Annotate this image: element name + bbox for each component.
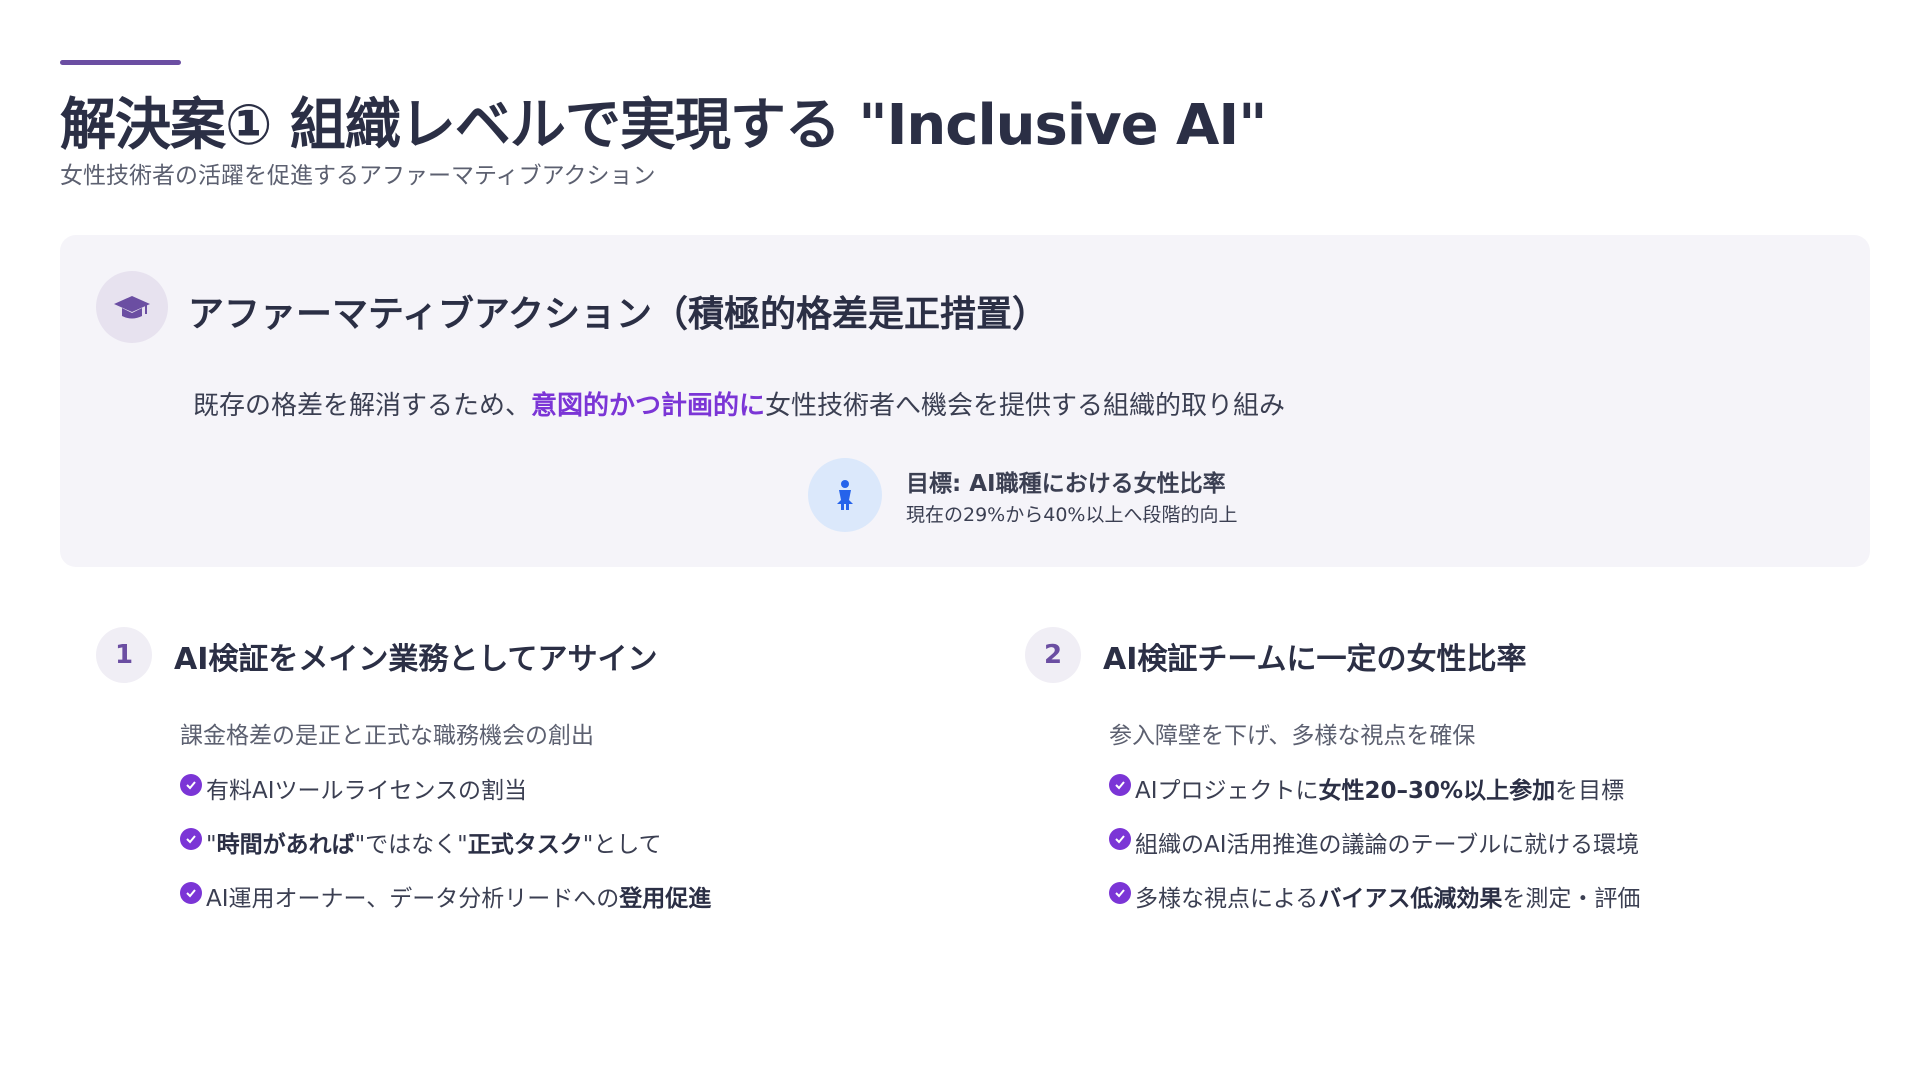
- goal-subtitle: 現在の29%から40%以上へ段階的向上: [906, 504, 1238, 526]
- bullet-text-pre: 多様な視点による: [1135, 886, 1319, 912]
- bullet-text-pre: AIプロジェクトに: [1135, 778, 1319, 804]
- bullet-text-post: "として: [582, 832, 662, 858]
- bullet-text: "時間があれば"ではなく"正式タスク"として: [206, 825, 662, 859]
- bullet-text-bold: バイアス低減効果: [1318, 886, 1503, 912]
- number-badge: 2: [1025, 627, 1081, 683]
- check-circle-icon: [180, 828, 202, 850]
- slide: 解決案① 組織レベルで実現する "Inclusive AI" 女性技術者の活躍を…: [0, 0, 1920, 1080]
- affirmative-action-card: アファーマティブアクション（積極的格差是正措置） 既存の格差を解消するため、意図…: [60, 235, 1870, 567]
- desc-highlight: 意図的かつ計画的に: [531, 391, 766, 421]
- bullet-text-bold: 正式タスク: [467, 832, 583, 858]
- bullet-text: AIプロジェクトに女性20–30%以上参加を目標: [1135, 771, 1624, 805]
- check-circle-icon: [1109, 882, 1131, 904]
- bullet-text: 組織のAI活用推進の議論のテーブルに就ける環境: [1135, 832, 1640, 858]
- bullet-text-post: を測定・評価: [1502, 886, 1641, 912]
- accent-bar: [60, 60, 181, 65]
- bullet-text-pre: ": [206, 832, 217, 858]
- bullet-list: AIプロジェクトに女性20–30%以上参加を目標 組織のAI活用推進の議論のテー…: [1109, 771, 1640, 933]
- list-item: 組織のAI活用推進の議論のテーブルに就ける環境: [1109, 825, 1640, 879]
- list-item: 多様な視点によるバイアス低減効果を測定・評価: [1109, 879, 1640, 933]
- desc-text-after: 女性技術者へ機会を提供する組織的取り組み: [765, 391, 1286, 421]
- column-description: 参入障壁を下げ、多様な視点を確保: [1109, 723, 1476, 749]
- bullet-text: 多様な視点によるバイアス低減効果を測定・評価: [1135, 879, 1640, 913]
- bullet-text: AI運用オーナー、データ分析リードへの登用促進: [206, 879, 711, 913]
- page-subtitle: 女性技術者の活躍を促進するアファーマティブアクション: [60, 163, 656, 189]
- card-title: アファーマティブアクション（積極的格差是正措置）: [188, 294, 1049, 335]
- person-icon: [808, 458, 882, 532]
- graduation-cap-icon: [96, 271, 168, 343]
- bullet-text-bold: 登用促進: [619, 886, 712, 912]
- check-circle-icon: [180, 774, 202, 796]
- list-item: 有料AIツールライセンスの割当: [180, 771, 711, 825]
- column-title: AI検証チームに一定の女性比率: [1103, 642, 1527, 677]
- check-circle-icon: [180, 882, 202, 904]
- check-circle-icon: [1109, 774, 1131, 796]
- bullet-text-mid: "ではなく": [354, 832, 468, 858]
- column-description: 課金格差の是正と正式な職務機会の創出: [180, 723, 594, 749]
- bullet-text-post: を目標: [1555, 778, 1625, 804]
- check-circle-icon: [1109, 828, 1131, 850]
- list-item: AIプロジェクトに女性20–30%以上参加を目標: [1109, 771, 1640, 825]
- page-title: 解決案① 組織レベルで実現する "Inclusive AI": [60, 93, 1267, 158]
- column-title: AI検証をメイン業務としてアサイン: [174, 642, 658, 677]
- bullet-list: 有料AIツールライセンスの割当 "時間があれば"ではなく"正式タスク"として A…: [180, 771, 711, 933]
- list-item: "時間があれば"ではなく"正式タスク"として: [180, 825, 711, 879]
- card-description: 既存の格差を解消するため、意図的かつ計画的に女性技術者へ機会を提供する組織的取り…: [193, 385, 1285, 422]
- bullet-text-bold: 時間があれば: [216, 832, 355, 858]
- goal-title: 目標: AI職種における女性比率: [906, 471, 1226, 497]
- bullet-text-bold: 女性20–30%以上参加: [1318, 778, 1556, 804]
- bullet-text: 有料AIツールライセンスの割当: [206, 778, 528, 804]
- list-item: AI運用オーナー、データ分析リードへの登用促進: [180, 879, 711, 933]
- desc-text-before: 既存の格差を解消するため、: [193, 391, 532, 421]
- bullet-text-pre: AI運用オーナー、データ分析リードへの: [206, 886, 620, 912]
- number-badge: 1: [96, 627, 152, 683]
